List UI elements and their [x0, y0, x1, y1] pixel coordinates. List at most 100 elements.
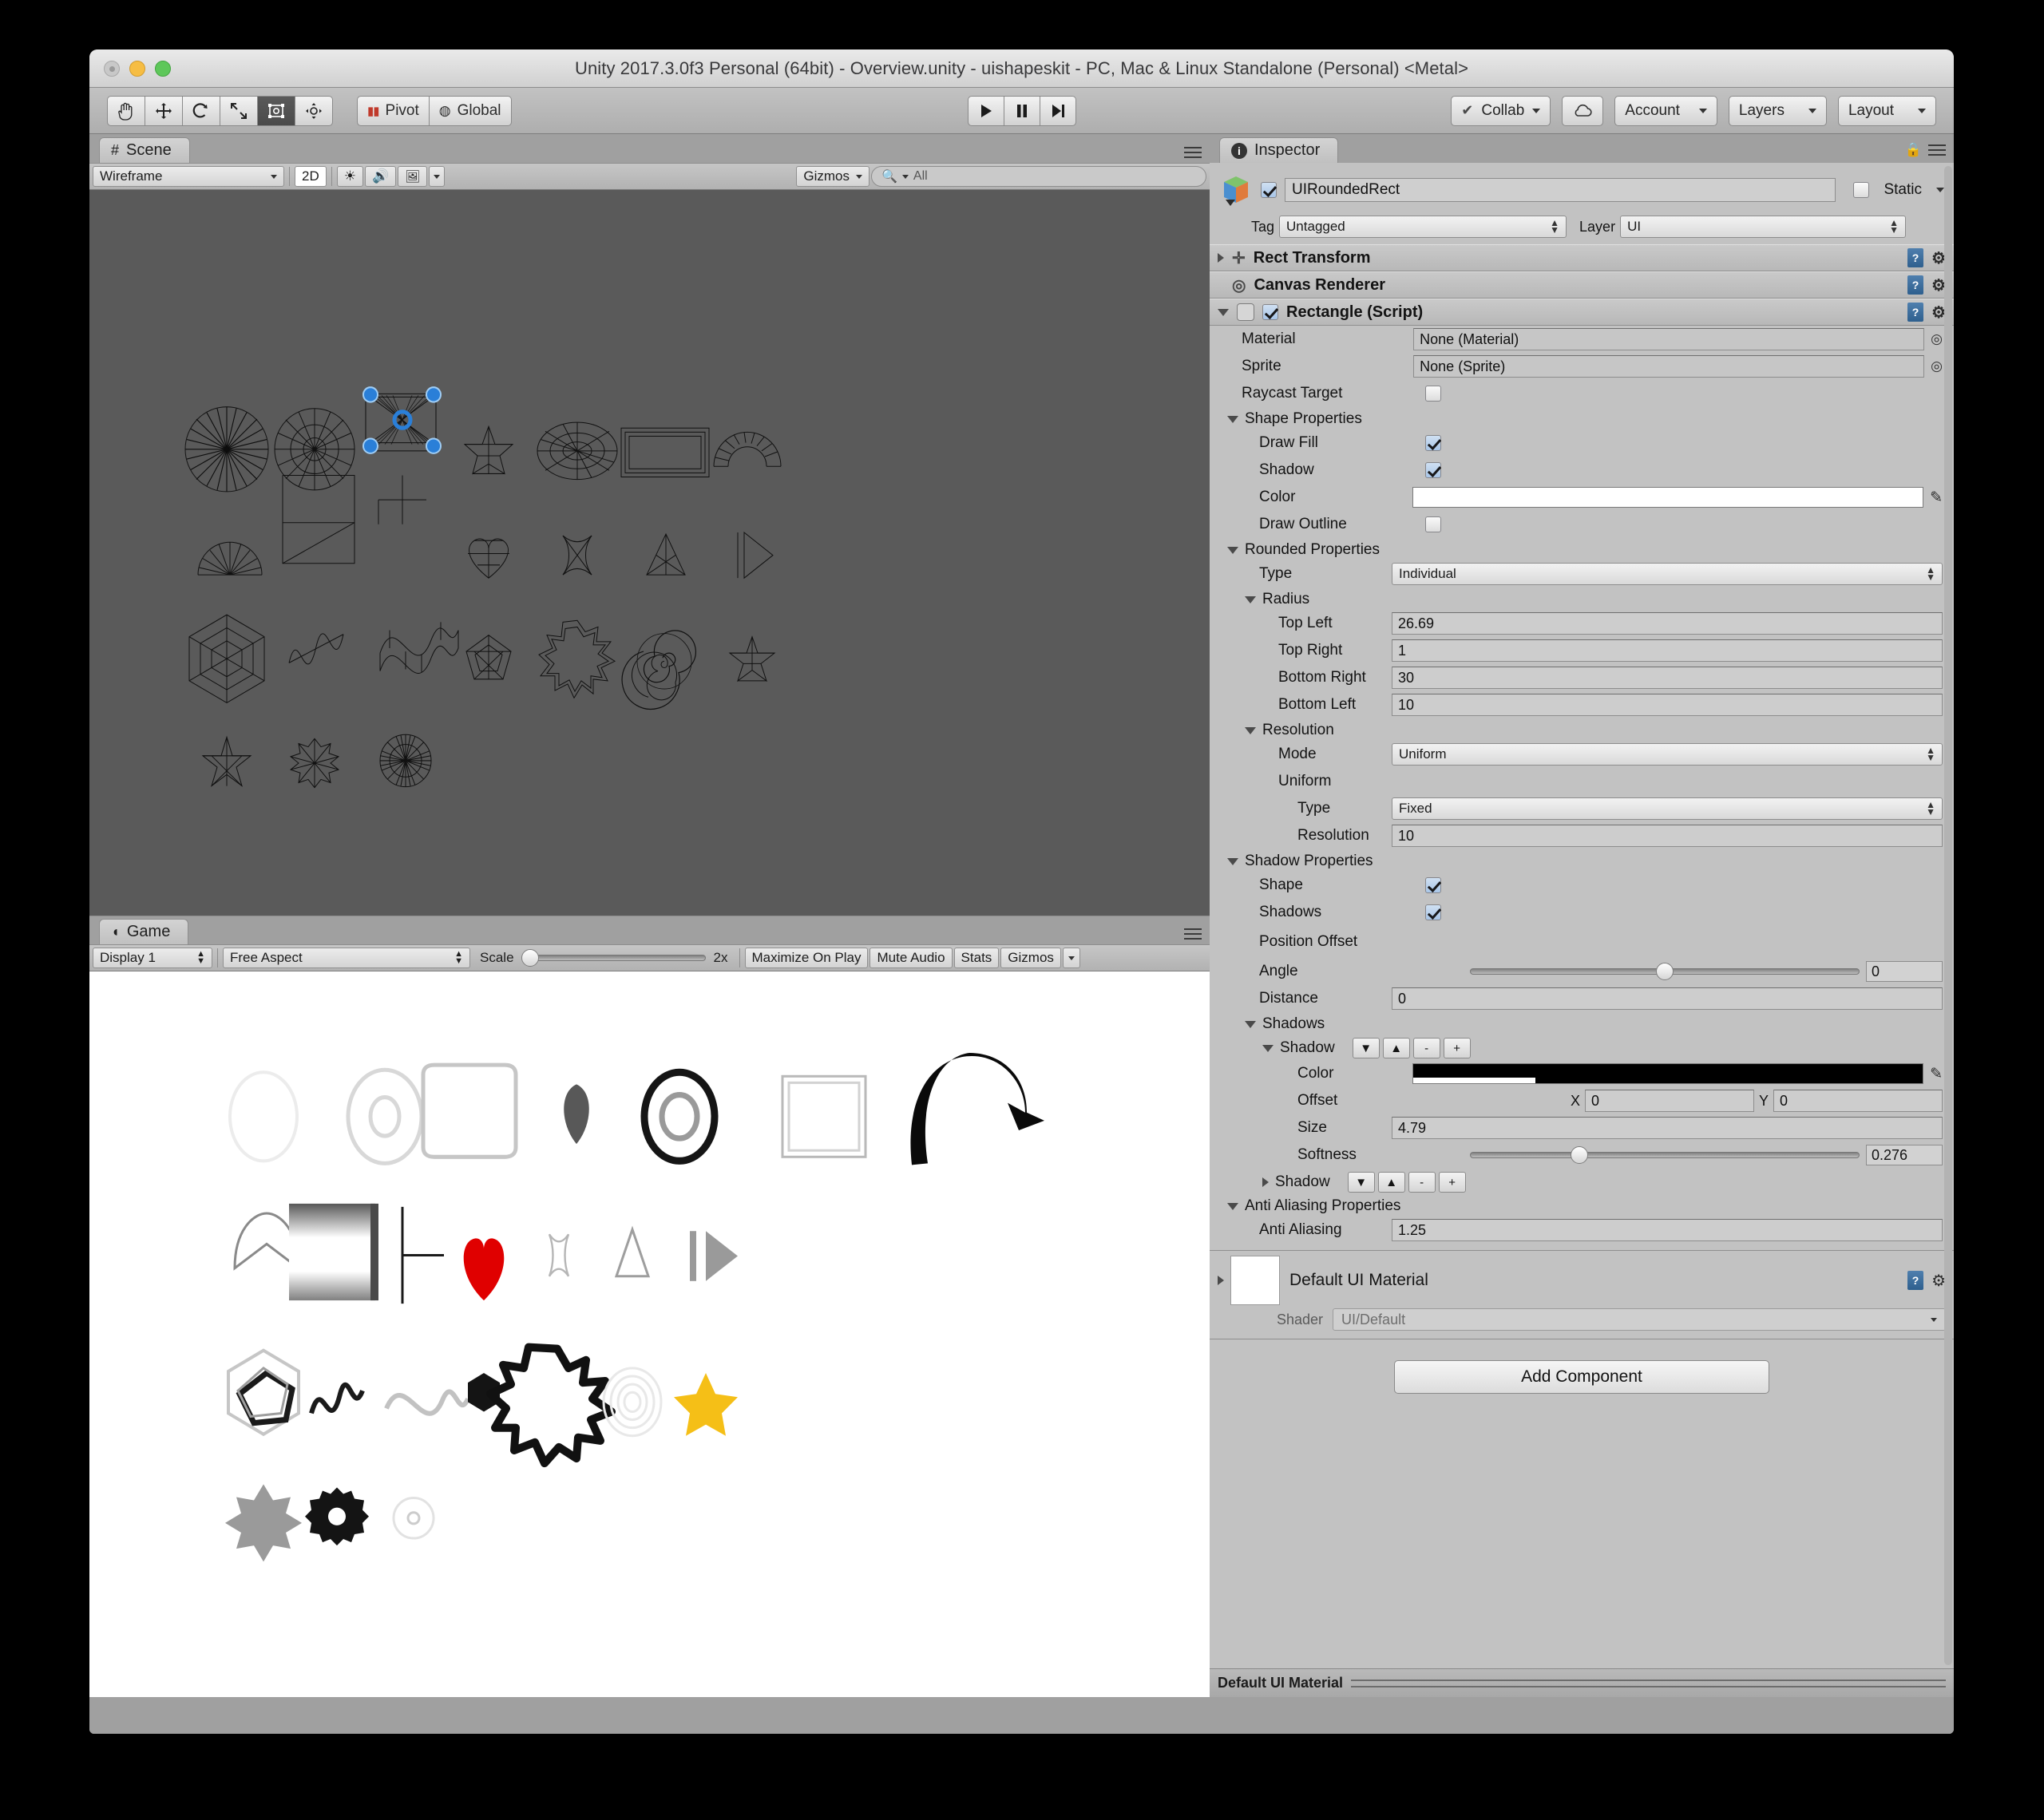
foldout-open-icon[interactable]: [1245, 727, 1256, 734]
uniform-type-dropdown[interactable]: Fixed ▲▼: [1392, 797, 1943, 820]
layers-button[interactable]: Layers: [1729, 96, 1827, 126]
effects-dropdown-button[interactable]: [429, 166, 445, 187]
pivot-toggle-button[interactable]: ▮▮ Pivot: [357, 96, 430, 126]
uniform-res-input[interactable]: 10: [1392, 825, 1943, 847]
object-name-input[interactable]: UIRoundedRect: [1285, 178, 1836, 202]
move-up-button[interactable]: ▲: [1378, 1172, 1405, 1193]
softness-input[interactable]: 0.276: [1866, 1145, 1943, 1165]
softness-slider-knob[interactable]: [1571, 1146, 1588, 1164]
lock-icon[interactable]: 🔒: [1905, 142, 1922, 158]
audio-toggle-button[interactable]: 🔊: [365, 166, 396, 187]
angle-input[interactable]: 0: [1866, 961, 1943, 982]
playback-controls[interactable]: [968, 96, 1076, 126]
move-down-button[interactable]: ▼: [1348, 1172, 1375, 1193]
transform-tool-button[interactable]: [295, 96, 333, 126]
sprite-objectfield[interactable]: None (Sprite): [1413, 355, 1924, 378]
section-radius[interactable]: Radius: [1210, 588, 1954, 610]
layer-dropdown[interactable]: UI ▲▼: [1620, 216, 1906, 238]
color-swatch-field[interactable]: [1412, 487, 1923, 508]
tab-scene[interactable]: # Scene: [99, 137, 190, 163]
remove-button[interactable]: -: [1408, 1172, 1436, 1193]
game-scale-slider[interactable]: [522, 955, 706, 961]
remove-button[interactable]: -: [1413, 1038, 1440, 1058]
game-gizmos-caret[interactable]: [1063, 948, 1080, 968]
tab-inspector[interactable]: i Inspector: [1219, 137, 1338, 163]
bottom-right-input[interactable]: 30: [1392, 667, 1943, 689]
angle-slider-knob[interactable]: [1656, 963, 1674, 980]
draw-mode-dropdown[interactable]: Wireframe: [93, 166, 284, 187]
foldout-open-icon[interactable]: [1262, 1045, 1274, 1052]
offset-x-input[interactable]: 0: [1585, 1090, 1754, 1112]
tag-dropdown[interactable]: Untagged ▲▼: [1279, 216, 1567, 238]
section-resolution[interactable]: Resolution: [1210, 718, 1954, 741]
foldout-closed-icon[interactable]: [1218, 253, 1224, 263]
foldout-open-icon[interactable]: [1227, 1203, 1238, 1210]
foldout-open-icon[interactable]: [1227, 858, 1238, 865]
shadow-2-array-buttons[interactable]: ▼ ▲ - +: [1348, 1172, 1466, 1193]
foldout-open-icon[interactable]: [1227, 416, 1238, 423]
foldout-open-icon[interactable]: [1218, 309, 1229, 316]
resolution-mode-dropdown[interactable]: Uniform ▲▼: [1392, 743, 1943, 766]
section-shape-properties[interactable]: Shape Properties: [1210, 407, 1954, 429]
chevron-down-icon[interactable]: [1936, 188, 1944, 192]
foldout-open-icon[interactable]: [1227, 547, 1238, 554]
close-window-button[interactable]: [104, 61, 120, 77]
shadow-shape-checkbox[interactable]: [1425, 877, 1441, 893]
material-objectfield[interactable]: None (Material): [1413, 328, 1924, 350]
anti-aliasing-input[interactable]: 1.25: [1392, 1219, 1943, 1241]
top-right-input[interactable]: 1: [1392, 639, 1943, 662]
scene-view-canvas[interactable]: [89, 190, 1210, 916]
static-checkbox[interactable]: [1853, 182, 1869, 198]
shadows-checkbox[interactable]: [1425, 904, 1441, 920]
play-button[interactable]: [968, 96, 1004, 126]
add-button[interactable]: +: [1439, 1172, 1466, 1193]
object-active-checkbox[interactable]: [1261, 182, 1277, 198]
cloud-button[interactable]: [1562, 96, 1603, 126]
aspect-dropdown[interactable]: Free Aspect ▲▼: [223, 948, 470, 968]
inspector-panel-menu[interactable]: 🔒: [1905, 142, 1946, 158]
rect-tool-button[interactable]: [258, 96, 295, 126]
window-controls[interactable]: [104, 61, 171, 77]
help-icon[interactable]: ?: [1907, 275, 1923, 295]
maximize-window-button[interactable]: [155, 61, 171, 77]
scene-panel-menu[interactable]: [1184, 147, 1202, 158]
move-up-button[interactable]: ▲: [1383, 1038, 1410, 1058]
shader-dropdown[interactable]: UI/Default: [1333, 1308, 1946, 1331]
scene-search-input[interactable]: 🔍 All: [871, 166, 1206, 187]
top-left-input[interactable]: 26.69: [1392, 612, 1943, 635]
softness-slider[interactable]: [1470, 1152, 1860, 1158]
component-rect-transform[interactable]: ✛ Rect Transform ? ⚙: [1210, 244, 1954, 271]
foldout-open-icon[interactable]: [1245, 1021, 1256, 1028]
add-component-button[interactable]: Add Component: [1394, 1360, 1769, 1394]
status-resize-lines[interactable]: [1351, 1680, 1946, 1687]
collab-button[interactable]: ✔ Collab: [1451, 96, 1551, 126]
shadow-1-size-input[interactable]: 4.79: [1392, 1117, 1943, 1139]
mute-audio-toggle[interactable]: Mute Audio: [869, 948, 952, 968]
shadow-1-array-buttons[interactable]: ▼ ▲ - +: [1353, 1038, 1471, 1058]
toggle-2d-button[interactable]: 2D: [295, 166, 327, 187]
help-icon[interactable]: ?: [1907, 303, 1923, 322]
move-down-button[interactable]: ▼: [1353, 1038, 1380, 1058]
global-toggle-button[interactable]: ◍ Global: [430, 96, 512, 126]
bottom-left-input[interactable]: 10: [1392, 694, 1943, 716]
effects-toggle-button[interactable]: 🖼: [398, 166, 427, 187]
game-gizmos-dropdown[interactable]: Gizmos: [1000, 948, 1061, 968]
draw-fill-checkbox[interactable]: [1425, 435, 1441, 451]
draw-outline-checkbox[interactable]: [1425, 516, 1441, 532]
maximize-on-play-toggle[interactable]: Maximize On Play: [745, 948, 869, 968]
transform-tools-group[interactable]: [107, 96, 333, 126]
section-shadows-list[interactable]: Shadows: [1210, 1012, 1954, 1035]
section-anti-aliasing[interactable]: Anti Aliasing Properties: [1210, 1194, 1954, 1217]
panel-menu-icon[interactable]: [1928, 144, 1946, 156]
object-picker-icon[interactable]: ◎: [1931, 331, 1943, 347]
scene-gizmos-dropdown[interactable]: Gizmos: [796, 166, 869, 187]
foldout-closed-icon[interactable]: [1262, 1177, 1269, 1187]
move-tool-button[interactable]: [145, 96, 183, 126]
pause-button[interactable]: [1004, 96, 1040, 126]
offset-y-input[interactable]: 0: [1773, 1090, 1943, 1112]
display-dropdown[interactable]: Display 1 ▲▼: [93, 948, 212, 968]
pivot-global-group[interactable]: ▮▮ Pivot ◍ Global: [357, 96, 512, 126]
hand-tool-button[interactable]: [107, 96, 145, 126]
foldout-closed-icon[interactable]: [1218, 1276, 1224, 1285]
angle-slider[interactable]: [1470, 968, 1860, 975]
